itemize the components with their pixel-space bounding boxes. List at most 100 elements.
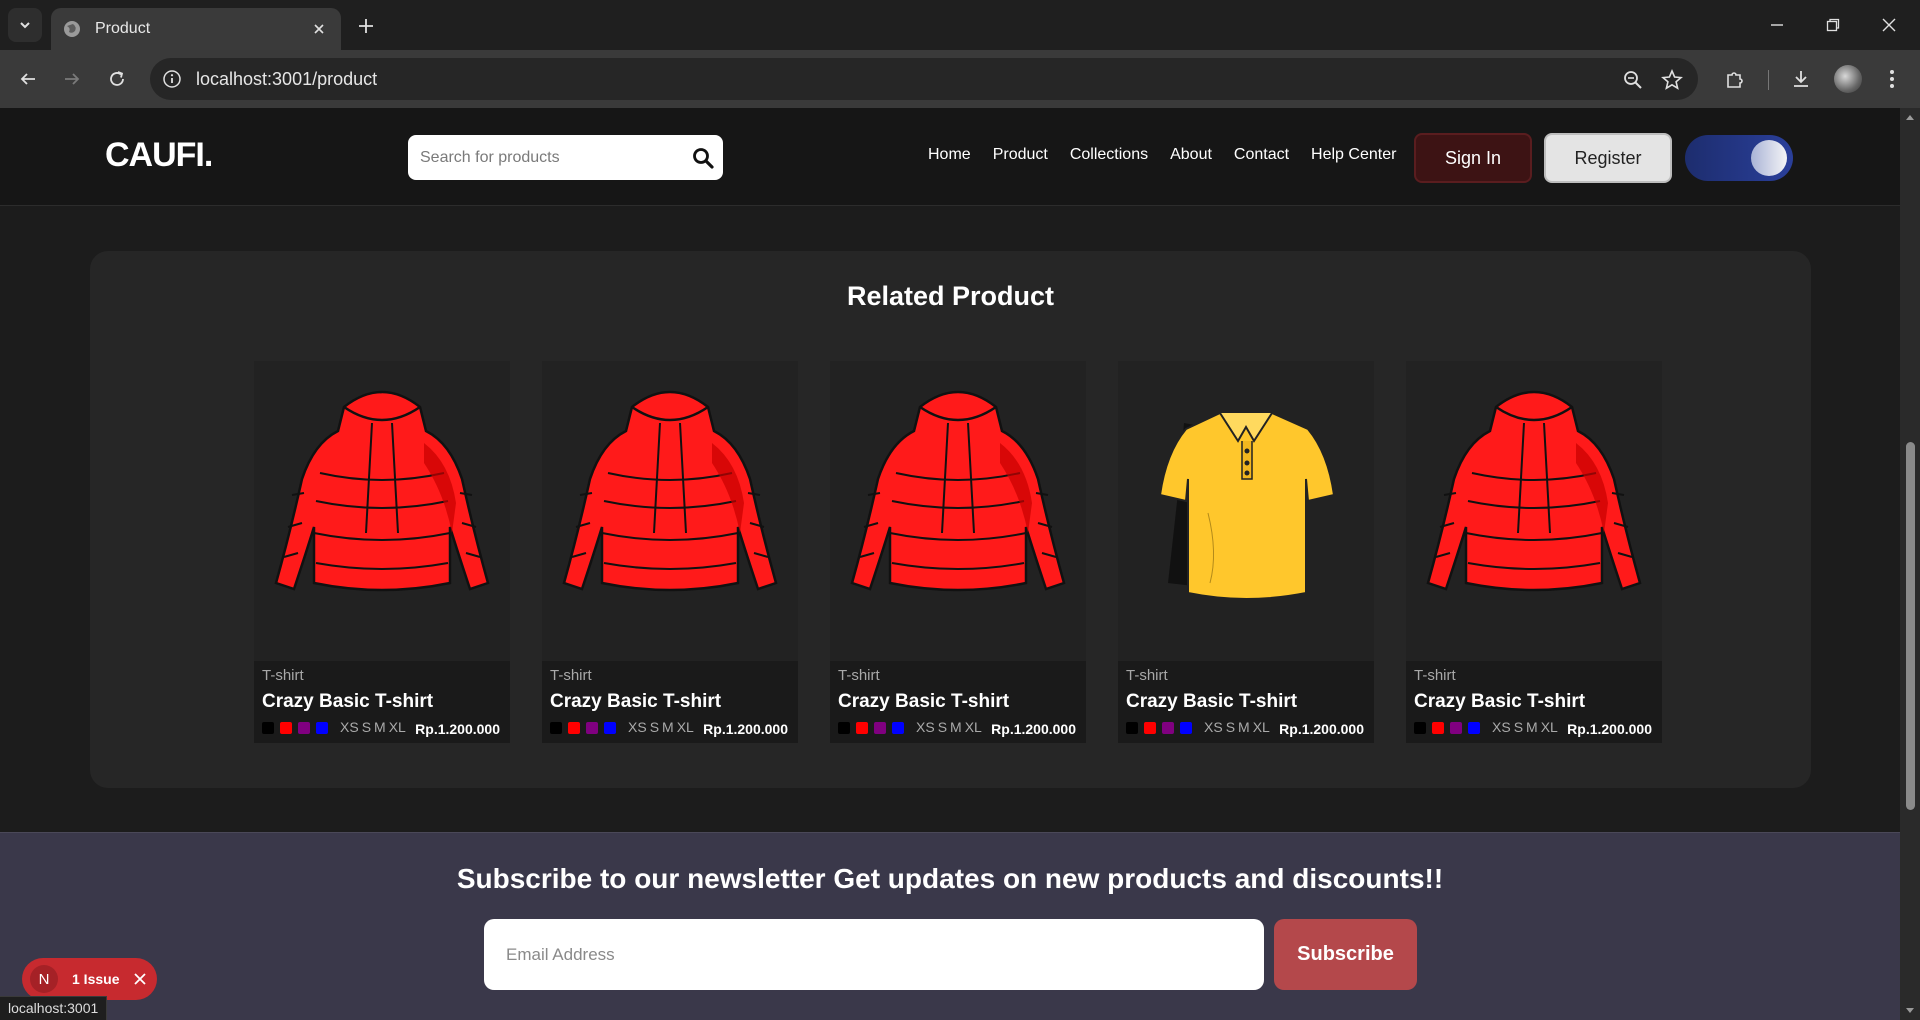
forward-button[interactable] (58, 65, 86, 93)
color-swatch[interactable] (604, 722, 616, 734)
product-name[interactable]: Crazy Basic T-shirt (262, 691, 433, 713)
product-name[interactable]: Crazy Basic T-shirt (1126, 691, 1297, 713)
color-swatch[interactable] (874, 722, 886, 734)
color-swatch[interactable] (838, 722, 850, 734)
color-swatch[interactable] (1432, 722, 1444, 734)
search-input[interactable] (420, 135, 680, 180)
product-card[interactable]: T-shirt Crazy Basic T-shirt XS S M XL Rp.1.… (542, 361, 798, 751)
scroll-thumb[interactable] (1906, 442, 1915, 810)
scroll-down-icon[interactable] (1904, 1006, 1916, 1016)
product-image[interactable] (1118, 361, 1374, 663)
color-swatch[interactable] (316, 722, 328, 734)
url-text: localhost:3001/product (196, 69, 378, 89)
color-swatch[interactable] (856, 722, 868, 734)
product-name[interactable]: Crazy Basic T-shirt (1414, 691, 1585, 713)
search-icon[interactable] (692, 147, 714, 169)
product-image[interactable] (830, 361, 1086, 663)
size-option[interactable]: XS (1204, 719, 1223, 735)
size-option[interactable]: XS (340, 719, 359, 735)
email-field[interactable] (484, 919, 1264, 990)
color-swatch[interactable] (550, 722, 562, 734)
size-option[interactable]: M (374, 719, 386, 735)
color-swatches (1126, 722, 1192, 734)
color-swatch[interactable] (1144, 722, 1156, 734)
back-button[interactable] (14, 65, 42, 93)
downloads-button[interactable] (1787, 65, 1815, 93)
size-option[interactable]: XS (628, 719, 647, 735)
color-swatch[interactable] (568, 722, 580, 734)
register-button[interactable]: Register (1544, 133, 1672, 183)
nav-home[interactable]: Home (928, 146, 971, 164)
nav-contact[interactable]: Contact (1234, 146, 1289, 164)
close-icon[interactable] (133, 972, 147, 986)
color-swatch[interactable] (1162, 722, 1174, 734)
color-swatch[interactable] (1468, 722, 1480, 734)
page-scrollbar[interactable] (1900, 108, 1920, 1020)
size-option[interactable]: M (950, 719, 962, 735)
product-card[interactable]: T-shirt Crazy Basic T-shirt XS S M XL Rp.1.… (830, 361, 1086, 751)
menu-button[interactable] (1878, 65, 1906, 93)
new-tab-button[interactable] (353, 13, 379, 39)
product-image[interactable] (542, 361, 798, 663)
color-swatch[interactable] (1126, 722, 1138, 734)
address-bar[interactable]: localhost:3001/product (150, 58, 1698, 100)
nav-about[interactable]: About (1170, 146, 1212, 164)
color-swatch[interactable] (1414, 722, 1426, 734)
product-name[interactable]: Crazy Basic T-shirt (838, 691, 1009, 713)
color-swatch[interactable] (1180, 722, 1192, 734)
color-swatch[interactable] (262, 722, 274, 734)
size-option[interactable]: S (1226, 719, 1235, 735)
star-icon[interactable] (1661, 69, 1683, 91)
nav-collections[interactable]: Collections (1070, 146, 1148, 164)
active-tab[interactable]: Product (51, 8, 341, 50)
restore-button[interactable] (1819, 12, 1847, 38)
product-image[interactable] (1406, 361, 1662, 663)
size-option[interactable]: S (1514, 719, 1523, 735)
search-bar (408, 135, 723, 180)
color-swatch[interactable] (280, 722, 292, 734)
product-name[interactable]: Crazy Basic T-shirt (550, 691, 721, 713)
color-swatch[interactable] (298, 722, 310, 734)
size-option[interactable]: XL (389, 719, 406, 735)
size-option[interactable]: XS (916, 719, 935, 735)
sign-in-button[interactable]: Sign In (1414, 133, 1532, 183)
zoom-icon[interactable] (1622, 69, 1644, 91)
product-card[interactable]: T-shirt Crazy Basic T-shirt XS S M XL Rp.1.… (1118, 361, 1374, 751)
size-option[interactable]: M (1238, 719, 1250, 735)
close-icon (1882, 18, 1896, 32)
subscribe-button[interactable]: Subscribe (1274, 919, 1417, 990)
size-options: XS S M XL (340, 719, 406, 735)
close-window-button[interactable] (1875, 12, 1903, 38)
reload-button[interactable] (103, 65, 131, 93)
size-option[interactable]: XL (965, 719, 982, 735)
size-option[interactable]: XL (1253, 719, 1270, 735)
size-option[interactable]: S (650, 719, 659, 735)
size-option[interactable]: XS (1492, 719, 1511, 735)
theme-toggle[interactable] (1685, 135, 1793, 181)
minimize-button[interactable] (1763, 12, 1791, 38)
product-card[interactable]: T-shirt Crazy Basic T-shirt XS S M XL Rp.1.… (254, 361, 510, 751)
color-swatch[interactable] (892, 722, 904, 734)
extensions-button[interactable] (1722, 65, 1750, 93)
status-bar-url: localhost:3001 (0, 996, 108, 1020)
tab-list-button[interactable] (8, 8, 42, 42)
product-image[interactable] (254, 361, 510, 663)
main-nav: Home Product Collections About Contact H… (928, 146, 1396, 164)
size-option[interactable]: XL (1541, 719, 1558, 735)
size-option[interactable]: M (1526, 719, 1538, 735)
tab-close-icon[interactable] (309, 19, 329, 39)
dev-issues-badge[interactable]: N 1 Issue (22, 958, 157, 1000)
color-swatch[interactable] (1450, 722, 1462, 734)
size-option[interactable]: S (362, 719, 371, 735)
nav-help-center[interactable]: Help Center (1311, 146, 1396, 164)
size-option[interactable]: XL (677, 719, 694, 735)
profile-avatar[interactable] (1834, 65, 1862, 93)
site-info-icon[interactable] (162, 69, 182, 89)
color-swatch[interactable] (586, 722, 598, 734)
size-option[interactable]: S (938, 719, 947, 735)
nav-product[interactable]: Product (993, 146, 1048, 164)
scroll-up-icon[interactable] (1904, 112, 1916, 122)
size-option[interactable]: M (662, 719, 674, 735)
product-card[interactable]: T-shirt Crazy Basic T-shirt XS S M XL Rp.1.… (1406, 361, 1662, 751)
site-logo[interactable]: CAUFI. (105, 136, 213, 175)
